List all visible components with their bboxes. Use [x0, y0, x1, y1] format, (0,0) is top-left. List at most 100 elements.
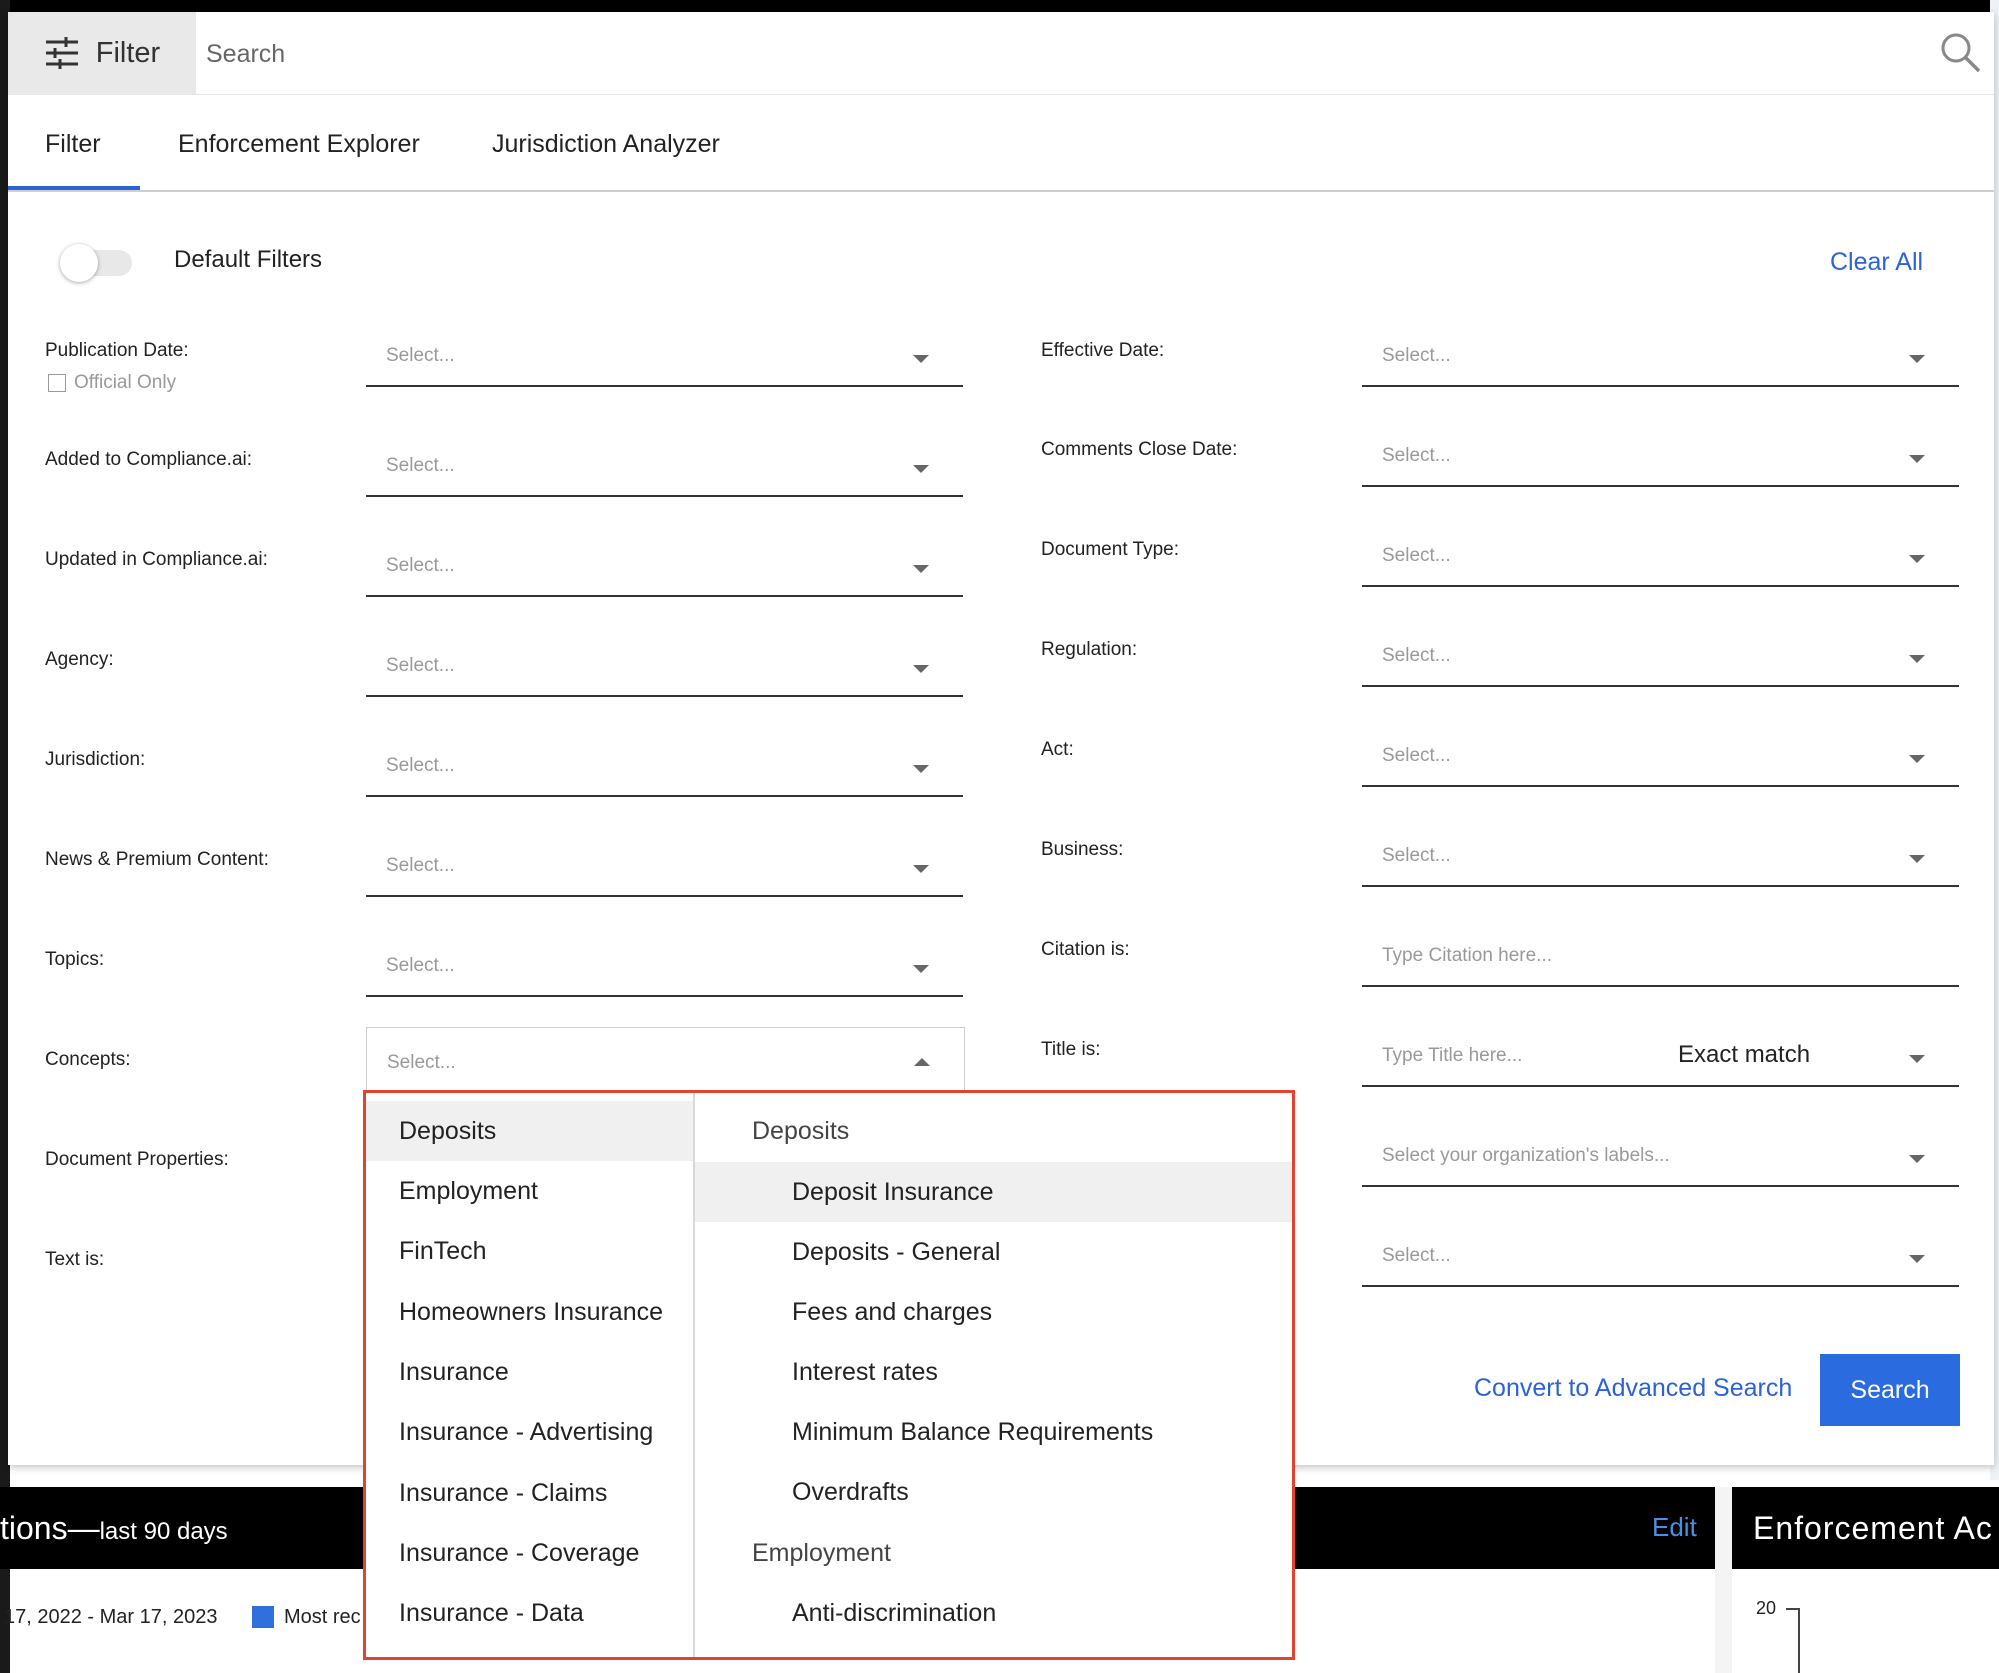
chevron-down-icon	[1909, 455, 1925, 463]
concept-option[interactable]: Deposit Insurance	[695, 1162, 1292, 1222]
chevron-down-icon	[1909, 1155, 1925, 1163]
comments-close-date-label: Comments Close Date:	[1041, 439, 1238, 460]
comments-close-date-select[interactable]: Select...	[1362, 425, 1959, 487]
filter-button-label: Filter	[95, 36, 161, 69]
concept-option-label: Fees and charges	[792, 1298, 993, 1326]
concept-category-item[interactable]: Deposits	[366, 1101, 693, 1161]
legend-label: Most rec	[284, 1606, 361, 1628]
added-to-compliance-label: Added to Compliance.ai:	[45, 449, 253, 470]
chevron-up-icon	[914, 1058, 930, 1066]
concept-category-item[interactable]: Insurance - Advertising	[366, 1402, 693, 1462]
widget-edit-link[interactable]: Edit	[1652, 1512, 1697, 1543]
concept-category-item[interactable]: Insurance - Claims	[366, 1463, 693, 1523]
select-placeholder: Select...	[1382, 845, 1451, 866]
news-premium-label: News & Premium Content:	[45, 849, 269, 870]
tab-enforcement-explorer[interactable]: Enforcement Explorer	[178, 130, 420, 159]
select-placeholder: Select...	[386, 455, 455, 476]
select-placeholder: Select your organization's labels...	[1382, 1145, 1670, 1166]
chart-axis-tick	[1786, 1608, 1800, 1610]
concept-category-item[interactable]: Insurance	[366, 1342, 693, 1402]
effective-date-label: Effective Date:	[1041, 340, 1165, 361]
widget-title: tions—last 90 days	[0, 1510, 228, 1546]
category-label: Insurance - Claims	[399, 1479, 608, 1507]
filter-toggle-button[interactable]: Filter	[8, 12, 196, 94]
chevron-down-icon	[913, 465, 929, 473]
clear-all-link[interactable]: Clear All	[1830, 248, 1923, 277]
citation-input[interactable]: Type Citation here...	[1362, 925, 1959, 987]
document-properties-label: Document Properties:	[45, 1149, 229, 1170]
concept-option-label: Deposits - General	[792, 1238, 1001, 1266]
active-tab-indicator	[8, 186, 140, 190]
concept-option[interactable]: Minimum Balance Requirements	[695, 1402, 1292, 1462]
updated-in-compliance-select[interactable]: Select...	[366, 535, 963, 597]
extra-select[interactable]: Select...	[1362, 1225, 1959, 1287]
chevron-down-icon	[913, 565, 929, 573]
concepts-dropdown: Deposits Employment FinTech Homeowners I…	[363, 1090, 1295, 1660]
enforcement-widget-title: Enforcement Ac	[1753, 1510, 1993, 1546]
search-button[interactable]: Search	[1820, 1354, 1960, 1426]
concept-option[interactable]: Fees and charges	[695, 1282, 1292, 1342]
concept-option[interactable]: Overdrafts	[695, 1462, 1292, 1522]
topics-select[interactable]: Select...	[366, 935, 963, 997]
publication-date-select[interactable]: Select...	[366, 325, 963, 387]
effective-date-select[interactable]: Select...	[1362, 325, 1959, 387]
concept-option-label: Interest rates	[792, 1358, 938, 1386]
concept-category-item[interactable]: Insurance - Data	[366, 1583, 693, 1643]
organization-labels-select[interactable]: Select your organization's labels...	[1362, 1125, 1959, 1187]
concept-option[interactable]: Interest rates	[695, 1342, 1292, 1402]
tab-filter[interactable]: Filter	[45, 130, 101, 159]
chevron-down-icon	[1909, 855, 1925, 863]
select-placeholder: Select...	[1382, 445, 1451, 466]
concept-option-list: Deposits Deposit Insurance Deposits - Ge…	[695, 1093, 1292, 1657]
concept-category-item[interactable]: Homeowners Insurance	[366, 1282, 693, 1342]
search-bar: Filter	[8, 12, 1994, 95]
default-filters-toggle[interactable]	[60, 244, 132, 282]
concept-option[interactable]: Anti-discrimination	[695, 1583, 1292, 1643]
publication-date-label: Publication Date:	[45, 340, 189, 361]
tab-jurisdiction-analyzer[interactable]: Jurisdiction Analyzer	[492, 130, 720, 159]
concept-category-item[interactable]: Insurance - Coverage	[366, 1523, 693, 1583]
concept-option-label: Minimum Balance Requirements	[792, 1418, 1154, 1446]
act-label: Act:	[1041, 739, 1074, 760]
concepts-select[interactable]: Select...	[366, 1027, 965, 1092]
concept-option[interactable]: Deposits - General	[695, 1222, 1292, 1282]
dashboard-top-bar	[0, 0, 1999, 12]
select-placeholder: Select...	[1382, 345, 1451, 366]
select-placeholder: Select...	[386, 855, 455, 876]
chevron-down-icon	[913, 355, 929, 363]
widget-date-range: 17, 2022 - Mar 17, 2023	[4, 1606, 218, 1628]
category-label: Insurance - Coverage	[399, 1539, 640, 1567]
jurisdiction-select[interactable]: Select...	[366, 735, 963, 797]
business-select[interactable]: Select...	[1362, 825, 1959, 887]
convert-to-advanced-search-link[interactable]: Convert to Advanced Search	[1474, 1374, 1792, 1403]
checkbox-icon	[48, 374, 66, 392]
document-type-label: Document Type:	[1041, 539, 1180, 560]
official-only-checkbox[interactable]: Official Only	[48, 372, 176, 394]
added-to-compliance-select[interactable]: Select...	[366, 435, 963, 497]
document-type-select[interactable]: Select...	[1362, 525, 1959, 587]
match-mode-select[interactable]: Exact match	[1678, 1041, 1810, 1069]
agency-label: Agency:	[45, 649, 114, 670]
category-label: Insurance - Advertising	[399, 1418, 654, 1446]
concept-group-heading: Deposits	[752, 1117, 850, 1145]
search-icon[interactable]	[1938, 30, 1982, 74]
axis-tick-label: 20	[1756, 1598, 1777, 1618]
title-input[interactable]: Type Title here... Exact match	[1362, 1025, 1959, 1087]
sliders-icon	[45, 37, 78, 69]
chevron-down-icon	[1909, 1255, 1925, 1263]
chevron-down-icon	[913, 865, 929, 873]
agency-select[interactable]: Select...	[366, 635, 963, 697]
search-input[interactable]	[204, 26, 1908, 82]
tab-bar: Filter Enforcement Explorer Jurisdiction…	[8, 94, 1994, 192]
act-select[interactable]: Select...	[1362, 725, 1959, 787]
business-label: Business:	[1041, 839, 1124, 860]
category-label: Insurance - Data	[399, 1599, 584, 1627]
regulation-select[interactable]: Select...	[1362, 625, 1959, 687]
text-is-label: Text is:	[45, 1249, 105, 1270]
concept-category-item[interactable]: FinTech	[366, 1221, 693, 1281]
concept-category-item[interactable]: Employment	[366, 1161, 693, 1221]
chevron-down-icon	[1909, 1055, 1925, 1063]
news-premium-select[interactable]: Select...	[366, 835, 963, 897]
select-placeholder: Select...	[1382, 1245, 1451, 1266]
concept-option-label: Deposit Insurance	[792, 1178, 994, 1206]
